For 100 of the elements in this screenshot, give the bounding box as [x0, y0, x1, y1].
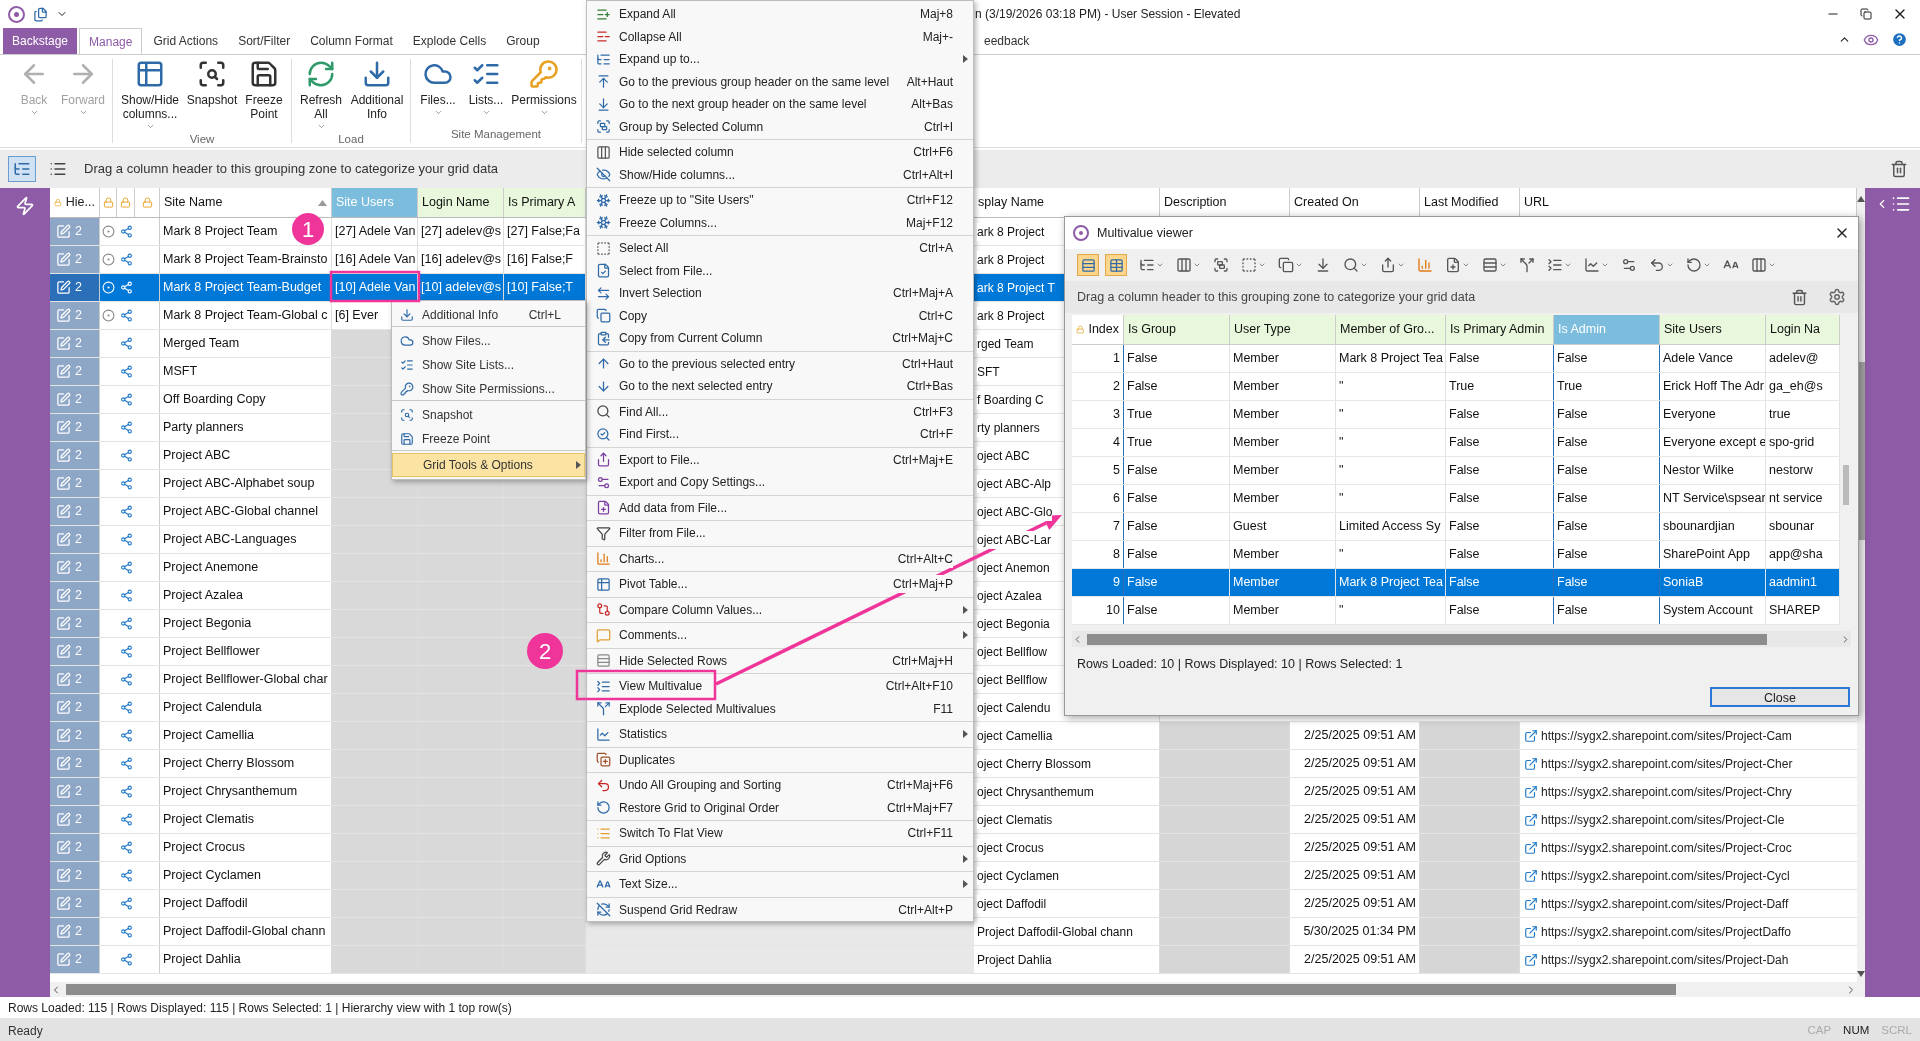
menu-item[interactable]: Export and Copy Settings...	[587, 471, 973, 494]
menu-item[interactable]: Show Site Lists...	[392, 353, 585, 377]
column-header[interactable]: Is Group	[1124, 315, 1230, 344]
table-cell: Everyone	[1660, 401, 1766, 428]
url-link[interactable]: https://sygx2.sharepoint.com/sites/Project-Cle	[1541, 810, 1785, 829]
shortcut-label: Ctrl+Maj+P	[892, 575, 953, 594]
login-name-cell: [16] adelev@s	[418, 246, 504, 273]
ribbon-tab[interactable]: Sort/Filter	[229, 28, 300, 54]
hierarchy-level: 2	[75, 391, 82, 409]
table-cell: False	[1554, 569, 1660, 596]
column-header[interactable]: Login Na	[1766, 315, 1840, 344]
table-cell: "	[1336, 485, 1446, 512]
column-header[interactable]: Is Primary Admin	[1446, 315, 1554, 344]
table-cell: "	[1336, 541, 1446, 568]
menu-item[interactable]: Expand All Maj+8	[587, 3, 973, 26]
table-cell: True	[1124, 429, 1230, 456]
menu-item[interactable]: Duplicates	[587, 748, 973, 771]
column-header[interactable]: Is Primary A	[504, 188, 586, 217]
menu-item[interactable]: Additional Info Ctrl+L	[392, 303, 585, 327]
ribbon-button[interactable]: Lists...	[463, 59, 509, 117]
ribbon-button[interactable]: Freeze Point	[241, 59, 287, 121]
menu-item[interactable]: Collapse All Maj+-	[587, 25, 973, 48]
url-link[interactable]: https://sygx2.sharepoint.com/sites/Project-Cam	[1541, 726, 1792, 745]
ribbon-tab[interactable]: Backstage	[3, 28, 78, 54]
menu-item[interactable]: Freeze Point	[392, 427, 585, 451]
ribbon-tab[interactable]: eedback	[975, 28, 1039, 54]
menu-item[interactable]: Copy from Current Column Ctrl+Maj+C	[587, 327, 973, 350]
ribbon-tab[interactable]: Column Format	[301, 28, 402, 54]
grid-row[interactable]: 1 False Member Mark 8 Project Tea False False Adele Vance adelev@	[1072, 345, 1840, 373]
menu-item[interactable]: Grid Tools & Options	[392, 453, 585, 477]
ribbon-button[interactable]: Snapshot	[185, 59, 239, 107]
ribbon-tab[interactable]: Explode Cells	[403, 28, 496, 54]
menu-label: Comments...	[619, 627, 687, 645]
grid-row[interactable]: 2 Project Dahlia Project Dahlia 2/25/2025 09:51 AM https://sygx2.sharepoint.com/sites/Project-Dah	[50, 946, 1857, 974]
url-link[interactable]: https://sygx2.sharepoint.com/sites/Project-Cycl	[1541, 866, 1790, 885]
hierarchy-level: 2	[75, 643, 82, 661]
menu-item[interactable]: Freeze up to "Site Users" Ctrl+F12	[587, 189, 973, 212]
menu-item[interactable]: Go to the next group header on the same level Alt+Bas	[587, 93, 973, 116]
hierarchy-level: 2	[75, 363, 82, 381]
close-button[interactable]: Close	[1710, 687, 1850, 707]
menu-item[interactable]: Select All Ctrl+A	[587, 237, 973, 260]
menu-item[interactable]: Switch To Flat View Ctrl+F11	[587, 822, 973, 845]
ribbon-button[interactable]: Show/Hide columns...	[117, 59, 183, 131]
ribbon-button[interactable]: Permissions	[511, 59, 577, 117]
menu-label: Show Site Permissions...	[422, 380, 555, 398]
url-link[interactable]: https://sygx2.sharepoint.com/sites/Project-Dah	[1541, 950, 1789, 969]
menu-item[interactable]: Charts... Ctrl+Alt+C	[587, 547, 973, 570]
menu-item[interactable]: Text Size...	[587, 873, 973, 896]
menu-item[interactable]: Add data from File...	[587, 496, 973, 519]
menu-item[interactable]: Find All... Ctrl+F3	[587, 400, 973, 423]
column-label: Is Admin	[1558, 321, 1606, 339]
menu-item[interactable]: Show/Hide columns... Ctrl+Alt+I	[587, 163, 973, 186]
menu-item[interactable]: Grid Options	[587, 847, 973, 870]
menu-item[interactable]: Invert Selection Ctrl+Maj+A	[587, 282, 973, 305]
ribbon-tab[interactable]: Group	[497, 28, 549, 54]
menu-item[interactable]: Comments...	[587, 624, 973, 647]
menu-item[interactable]: Go to the next selected entry Ctrl+Bas	[587, 375, 973, 398]
menu-label: Go to the next group header on the same level	[619, 96, 867, 114]
menu-label: Group by Selected Column	[619, 118, 764, 136]
url-link[interactable]: https://sygx2.sharepoint.com/sites/Project-Croc	[1541, 838, 1792, 857]
menu-item[interactable]: Undo All Grouping and Sorting Ctrl+Maj+F6	[587, 774, 973, 797]
menu-item[interactable]: Find First... Ctrl+F	[587, 423, 973, 446]
menu-item[interactable]: Copy Ctrl+C	[587, 304, 973, 327]
url-link[interactable]: https://sygx2.sharepoint.com/sites/ProjectDaffo	[1541, 922, 1791, 941]
ribbon-button[interactable]: Refresh All	[296, 59, 346, 131]
menu-item[interactable]: Filter from File...	[587, 522, 973, 545]
url-link[interactable]: https://sygx2.sharepoint.com/sites/Project-Cher	[1541, 754, 1793, 773]
menu-item[interactable]: Export to File... Ctrl+Maj+E	[587, 448, 973, 471]
ribbon-tab[interactable]: Grid Actions	[144, 28, 228, 54]
menu-item[interactable]: Go to the previous group header on the same level Alt+Haut	[587, 70, 973, 93]
menu-item[interactable]: Explode Selected Multivalues F11	[587, 697, 973, 720]
column-header[interactable]: Member of Gro...	[1336, 315, 1446, 344]
ribbon-button[interactable]: Additional Info	[348, 59, 406, 121]
menu-item[interactable]: Hide Selected Rows Ctrl+Maj+H	[587, 649, 973, 672]
ribbon-button[interactable]: Files...	[415, 59, 461, 117]
url-link[interactable]: https://sygx2.sharepoint.com/sites/Project-Chry	[1541, 782, 1792, 801]
url-link[interactable]: https://sygx2.sharepoint.com/sites/Project-Daff	[1541, 894, 1789, 913]
menu-item[interactable]: Statistics	[587, 723, 973, 746]
column-header[interactable]: User Type	[1230, 315, 1336, 344]
grid-row[interactable]: 2 Project Daffodil-Global chann Project Daffodil-Global chann 5/30/2025 01:34 PM https://sygx2.sharepoint.com/sites/ProjectDaffo	[50, 918, 1857, 946]
menu-item[interactable]: Pivot Table... Ctrl+Maj+P	[587, 573, 973, 596]
menu-item[interactable]: Compare Column Values...	[587, 598, 973, 621]
column-header[interactable]: Site Users	[1660, 315, 1766, 344]
column-header[interactable]: Login Name	[418, 188, 504, 217]
column-label: Site Name	[164, 194, 223, 212]
menu-item[interactable]: View Multivalue Ctrl+Alt+F10	[587, 675, 973, 698]
menu-item[interactable]: Suspend Grid Redraw Ctrl+Alt+P	[587, 898, 973, 921]
menu-item[interactable]: Freeze Columns... Maj+F12	[587, 211, 973, 234]
ribbon-tab[interactable]: Manage	[79, 28, 143, 54]
menu-item[interactable]: Go to the previous selected entry Ctrl+Haut	[587, 352, 973, 375]
menu-item[interactable]: Show Files...	[392, 329, 585, 353]
table-cell: Member	[1230, 373, 1336, 400]
menu-item[interactable]: Select from File...	[587, 259, 973, 282]
menu-item[interactable]: Snapshot	[392, 403, 585, 427]
menu-item[interactable]: Hide selected column Ctrl+F6	[587, 141, 973, 164]
menu-item[interactable]: Show Site Permissions...	[392, 377, 585, 401]
menu-item[interactable]: Group by Selected Column Ctrl+I	[587, 115, 973, 138]
table-cell: False	[1446, 513, 1554, 540]
menu-item[interactable]: Expand up to...	[587, 48, 973, 71]
table-cell: Member	[1230, 457, 1336, 484]
